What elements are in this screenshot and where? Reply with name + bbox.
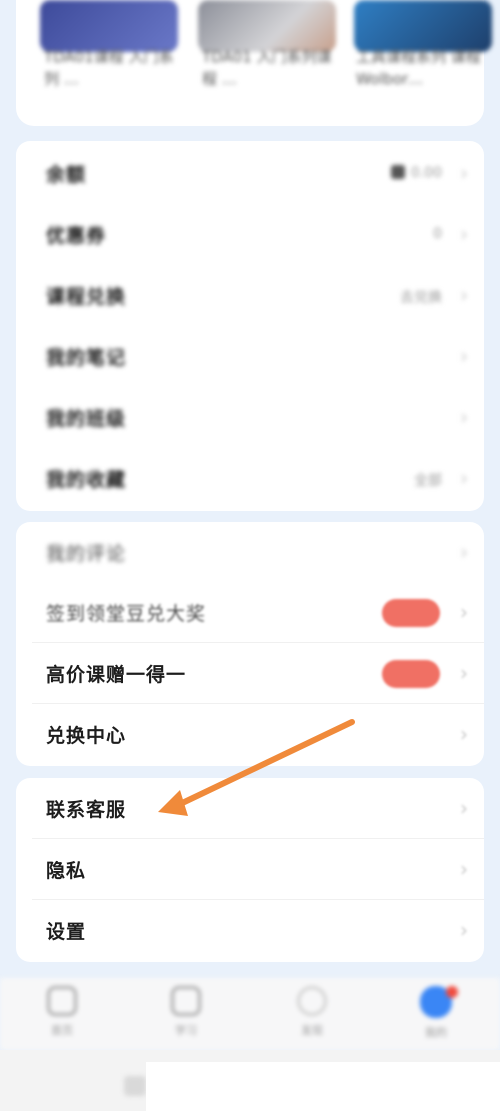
book-icon	[171, 986, 201, 1016]
activity-menu-card: 我的评论 › 签到领堂豆兑大奖 › 高价课赠一得一 › 兑换中心 ›	[16, 522, 484, 766]
menu-label: 隐私	[46, 860, 87, 882]
recent-courses-card: TDA01课程 入门系列 … TDA01 入门系列课程 … 工具课程系列 课程W…	[16, 0, 492, 126]
menu-label: 我的评论	[46, 543, 127, 565]
course-thumbnail[interactable]	[40, 0, 178, 52]
system-nav-area	[0, 1050, 500, 1111]
service-menu-card: 联系客服 › 隐私 › 设置 ›	[16, 778, 484, 962]
chevron-right-icon: ›	[460, 857, 468, 881]
menu-label: 优惠券	[46, 225, 107, 247]
chevron-right-icon: ›	[460, 222, 468, 246]
menu-value: 全部	[414, 473, 442, 489]
circle-icon	[297, 986, 327, 1016]
hot-badge	[382, 599, 440, 627]
menu-label: 我的笔记	[46, 347, 127, 369]
chevron-right-icon: ›	[460, 540, 468, 564]
tab-discover[interactable]: 发现	[272, 986, 352, 1038]
menu-row-settings[interactable]: 设置 ›	[16, 900, 484, 961]
chevron-right-icon: ›	[460, 796, 468, 820]
course-thumbnail[interactable]	[354, 0, 492, 52]
menu-label: 高价课赠一得一	[46, 664, 187, 686]
menu-label: 课程兑换	[46, 286, 127, 308]
home-indicator	[124, 1076, 146, 1096]
menu-row-comments[interactable]: 我的评论 ›	[16, 522, 484, 583]
menu-label: 我的收藏	[46, 469, 127, 491]
profile-menu-card: 余额 0.00 › 优惠券 0 › 课程兑换 去兑换 › 我的笔记 › 我的班级…	[16, 141, 484, 511]
hot-badge	[382, 660, 440, 688]
play-icon	[47, 986, 77, 1016]
chevron-right-icon: ›	[460, 344, 468, 368]
tab-home[interactable]: 首页	[22, 986, 102, 1038]
menu-label: 联系客服	[46, 799, 127, 821]
menu-row-notes[interactable]: 我的笔记 ›	[16, 326, 484, 387]
course-caption: TDA01 入门系列课程 …	[202, 48, 332, 88]
tab-label: 我的	[425, 1026, 447, 1039]
chevron-right-icon: ›	[460, 600, 468, 624]
menu-label: 我的班级	[46, 408, 127, 430]
chevron-right-icon: ›	[460, 918, 468, 942]
course-thumbnail[interactable]	[198, 0, 336, 52]
menu-value: 0.00	[390, 165, 442, 181]
menu-row-checkin[interactable]: 签到领堂豆兑大奖 ›	[16, 582, 484, 643]
menu-value: 0	[433, 226, 442, 242]
chevron-right-icon: ›	[460, 161, 468, 185]
tab-label: 学习	[175, 1024, 197, 1037]
menu-row-contact-support[interactable]: 联系客服 ›	[16, 778, 484, 839]
menu-value: 去兑换	[400, 290, 442, 306]
menu-row-premium-course[interactable]: 高价课赠一得一 ›	[16, 643, 484, 704]
course-caption: TDA01课程 入门系列 …	[44, 48, 174, 88]
menu-label: 兑换中心	[46, 725, 127, 747]
menu-row-balance[interactable]: 余额 0.00 ›	[16, 143, 484, 204]
chevron-right-icon: ›	[460, 405, 468, 429]
tab-profile[interactable]: 我的	[396, 986, 476, 1040]
chevron-right-icon: ›	[460, 722, 468, 746]
bottom-tab-bar: 首页 学习 发现 我的	[0, 978, 500, 1050]
chevron-right-icon: ›	[460, 661, 468, 685]
tab-label: 首页	[51, 1024, 73, 1037]
chevron-right-icon: ›	[460, 466, 468, 490]
chevron-right-icon: ›	[460, 283, 468, 307]
menu-row-coupons[interactable]: 优惠券 0 ›	[16, 204, 484, 265]
tab-study[interactable]: 学习	[146, 986, 226, 1038]
tab-label: 发现	[301, 1024, 323, 1037]
menu-row-course-redeem[interactable]: 课程兑换 去兑换 ›	[16, 265, 484, 326]
coin-icon	[390, 165, 405, 179]
overlay-panel	[146, 1062, 500, 1111]
menu-label: 签到领堂豆兑大奖	[46, 603, 207, 625]
course-caption: 工具课程系列 课程Wolbor…	[356, 48, 481, 88]
menu-label: 设置	[46, 921, 87, 943]
notification-dot	[446, 986, 458, 998]
menu-row-privacy[interactable]: 隐私 ›	[16, 839, 484, 900]
menu-row-exchange-center[interactable]: 兑换中心 ›	[16, 704, 484, 765]
menu-row-favorites[interactable]: 我的收藏 全部 ›	[16, 448, 484, 509]
menu-row-classes[interactable]: 我的班级 ›	[16, 387, 484, 448]
menu-label: 余额	[46, 164, 87, 186]
